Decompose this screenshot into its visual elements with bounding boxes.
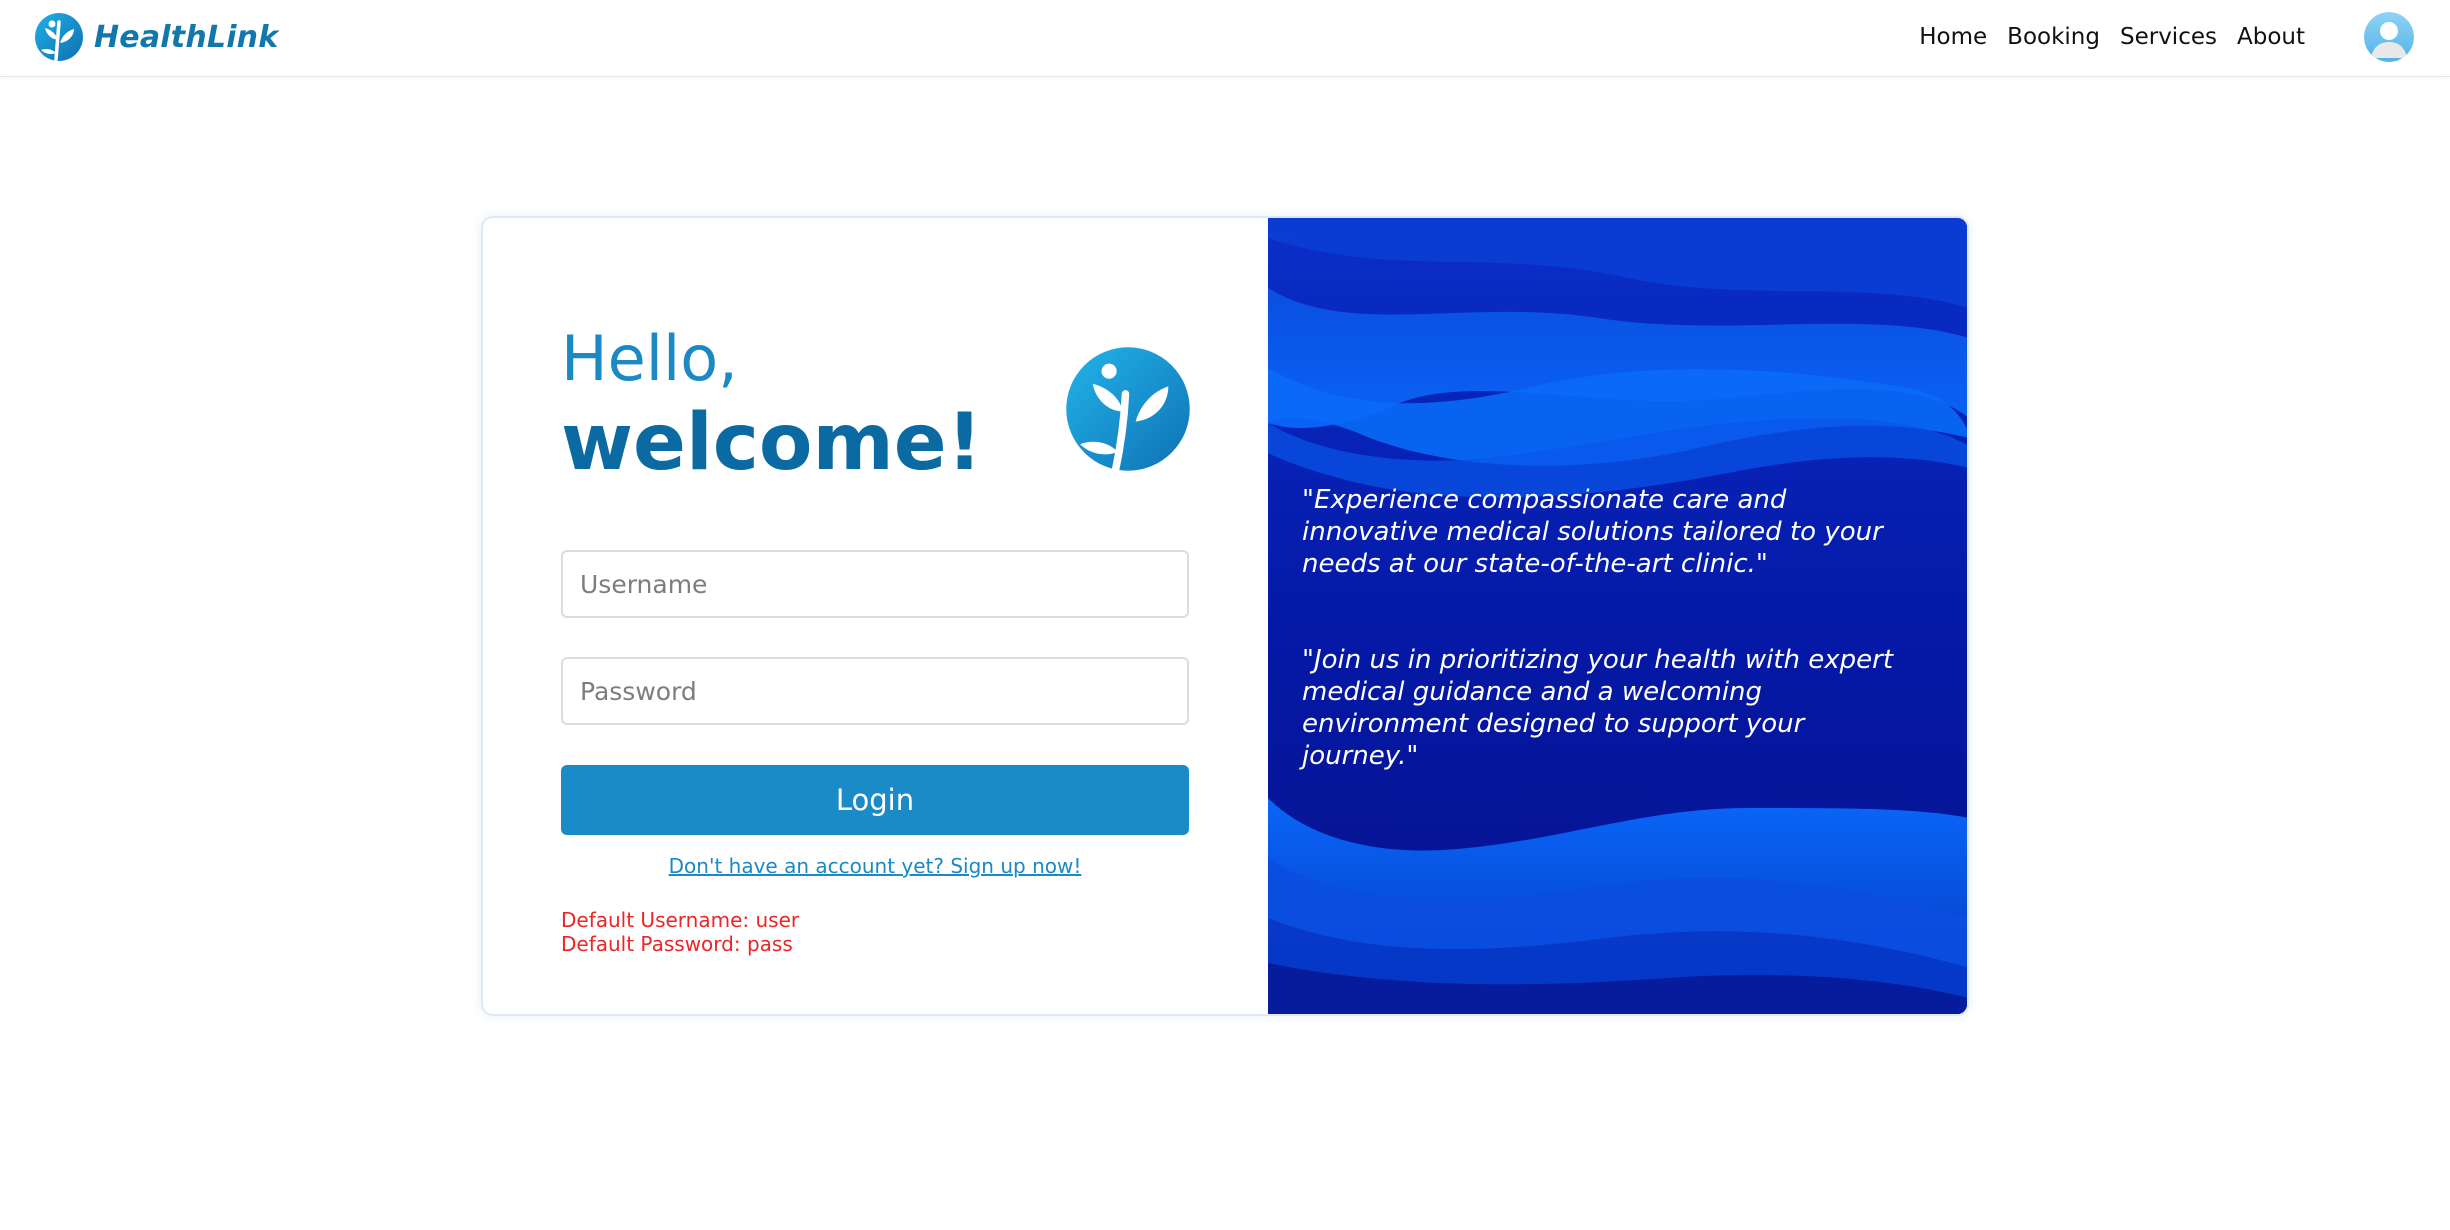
- main-nav: Home Booking Services About: [1919, 0, 2305, 74]
- user-avatar-icon[interactable]: [2364, 12, 2414, 62]
- leaf-person-icon: [35, 13, 83, 62]
- default-username-text: Default Username: user: [561, 908, 800, 932]
- leaf-person-icon: [1066, 347, 1190, 472]
- default-credentials: Default Username: user Default Password:…: [561, 908, 799, 956]
- nav-booking[interactable]: Booking: [2007, 24, 2100, 50]
- promo-quote: "Join us in prioritizing your health wit…: [1302, 645, 1894, 771]
- greeting-hello: Hello,: [561, 322, 738, 395]
- login-form-pane: Hello, welcome! Login Don't have an acco…: [483, 218, 1268, 1014]
- signup-link[interactable]: Don't have an account yet? Sign up now!: [561, 854, 1189, 878]
- top-navbar: HealthLink Home Booking Services About: [0, 0, 2450, 77]
- nav-services[interactable]: Services: [2120, 24, 2217, 50]
- greeting-welcome: welcome!: [561, 398, 983, 488]
- promo-quote: "Experience compassionate care and innov…: [1302, 485, 1883, 579]
- nav-about[interactable]: About: [2237, 24, 2305, 50]
- nav-home[interactable]: Home: [1919, 24, 1987, 50]
- promo-pane: "Experience compassionate care and innov…: [1268, 218, 1967, 1014]
- login-button[interactable]: Login: [561, 765, 1189, 835]
- username-input[interactable]: [561, 550, 1189, 618]
- login-card: Hello, welcome! Login Don't have an acco…: [481, 216, 1969, 1016]
- default-password-text: Default Password: pass: [561, 932, 793, 956]
- brand-link[interactable]: HealthLink: [34, 10, 278, 64]
- password-input[interactable]: [561, 657, 1189, 725]
- wave-background: [1268, 218, 1967, 1014]
- brand-name: HealthLink: [94, 19, 279, 55]
